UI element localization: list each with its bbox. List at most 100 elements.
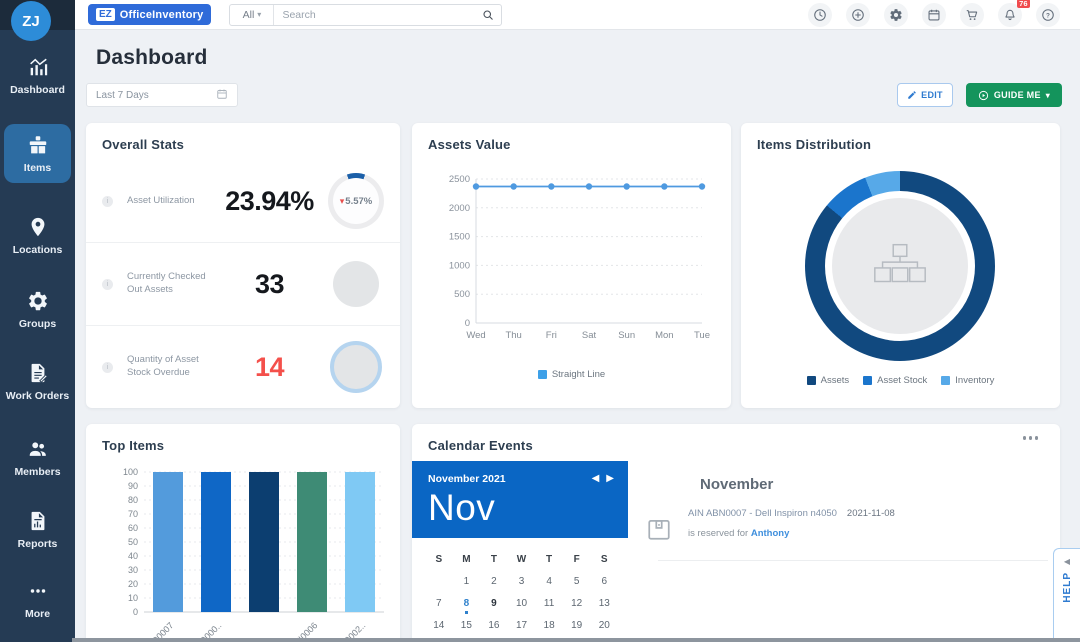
sidebar-item-locations[interactable]: Locations bbox=[4, 206, 71, 265]
sidebar-item-label: Locations bbox=[13, 244, 63, 256]
svg-text:1000: 1000 bbox=[449, 260, 470, 271]
info-icon[interactable]: i bbox=[102, 362, 113, 373]
guide-me-button[interactable]: GUIDE ME ▾ bbox=[966, 83, 1062, 107]
calendar-day[interactable]: 8 bbox=[453, 592, 481, 614]
calendar-day-header: M bbox=[453, 548, 481, 570]
utilization-gauge: ▾ 5.57% bbox=[328, 173, 384, 229]
delta-down-icon: ▾ bbox=[340, 196, 345, 207]
topbar: EZ OfficeInventory All ▾ 76? bbox=[75, 0, 1080, 30]
page-title: Dashboard bbox=[96, 46, 208, 70]
sidebar-item-reports[interactable]: Reports bbox=[4, 500, 71, 559]
stat-label: Asset Utilization bbox=[127, 195, 211, 208]
app-window: Dashboard Items Locations Groups Work Orders… bbox=[0, 0, 1080, 642]
sidebar-item-members[interactable]: Members bbox=[4, 428, 71, 487]
search-icon[interactable] bbox=[475, 9, 501, 21]
calendar-day[interactable]: 12 bbox=[563, 592, 591, 614]
assets-value-title: Assets Value bbox=[412, 123, 731, 160]
groups-icon bbox=[26, 289, 50, 313]
search-filter-dropdown[interactable]: All ▾ bbox=[230, 5, 274, 25]
package-box-icon bbox=[646, 516, 672, 542]
search-input[interactable] bbox=[274, 9, 475, 21]
calendar-day[interactable]: 3 bbox=[508, 570, 536, 592]
svg-text:10: 10 bbox=[128, 593, 138, 603]
assets-value-card: Assets Value 05001000150020002500WedThuF… bbox=[412, 123, 731, 408]
help-icon[interactable]: ? bbox=[1036, 3, 1060, 27]
svg-text:Fri: Fri bbox=[546, 330, 557, 341]
cart-icon[interactable] bbox=[960, 3, 984, 27]
svg-text:60: 60 bbox=[128, 523, 138, 533]
edit-button[interactable]: EDIT bbox=[897, 83, 953, 107]
window-bottom-edge bbox=[72, 638, 1080, 642]
calendar-next-icon[interactable]: ▶ bbox=[606, 473, 614, 484]
info-icon[interactable]: i bbox=[102, 279, 113, 290]
items-icon bbox=[26, 133, 50, 157]
calendar-day[interactable]: 15 bbox=[453, 614, 481, 636]
calendar-day[interactable]: 6 bbox=[590, 570, 618, 592]
calendar-day-header: F bbox=[563, 548, 591, 570]
legend-item: Inventory bbox=[941, 375, 994, 386]
bell-icon[interactable]: 76 bbox=[998, 3, 1022, 27]
notification-badge: 76 bbox=[1017, 0, 1030, 8]
sidebar-item-label: Work Orders bbox=[6, 390, 69, 402]
logo-ez-badge: EZ bbox=[96, 8, 115, 21]
sidebar-item-label: Reports bbox=[18, 538, 58, 550]
help-tab[interactable]: ◀ HELP bbox=[1053, 548, 1080, 642]
stat-row-asset-utilization: i Asset Utilization 23.94% ▾ 5.57% bbox=[86, 160, 400, 242]
events-month-heading: November bbox=[700, 476, 773, 493]
calendar-icon[interactable] bbox=[922, 3, 946, 27]
members-icon bbox=[26, 437, 50, 461]
sidebar: Dashboard Items Locations Groups Work Orders… bbox=[0, 0, 75, 642]
sidebar-item-groups[interactable]: Groups bbox=[4, 280, 71, 339]
calendar-prev-icon[interactable]: ◀ bbox=[592, 473, 600, 484]
divider bbox=[658, 560, 1048, 561]
calendar-day[interactable]: 18 bbox=[535, 614, 563, 636]
avatar[interactable]: ZJ bbox=[11, 1, 51, 41]
calendar-icon bbox=[216, 88, 228, 103]
event-person-link[interactable]: Anthony bbox=[751, 528, 790, 539]
calendar-day[interactable]: 7 bbox=[425, 592, 453, 614]
svg-text:70: 70 bbox=[128, 509, 138, 519]
locations-icon bbox=[26, 215, 50, 239]
mini-calendar-header: November 2021 ◀ ▶ Nov bbox=[412, 461, 628, 538]
svg-text:Wed: Wed bbox=[466, 330, 485, 341]
collapse-arrow-icon: ◀ bbox=[1064, 557, 1070, 566]
date-range-filter[interactable]: Last 7 Days bbox=[86, 83, 238, 107]
calendar-day[interactable]: 2 bbox=[480, 570, 508, 592]
sidebar-item-dashboard[interactable]: Dashboard bbox=[4, 46, 71, 105]
sidebar-item-items[interactable]: Items bbox=[4, 124, 71, 183]
calendar-day[interactable]: 16 bbox=[480, 614, 508, 636]
delta-value: 5.57% bbox=[345, 196, 372, 207]
event-title: AIN ABN0007 - Dell Inspiron n40502021-11… bbox=[688, 508, 895, 519]
calendar-day[interactable]: 10 bbox=[508, 592, 536, 614]
calendar-day[interactable]: 19 bbox=[563, 614, 591, 636]
svg-text:50: 50 bbox=[128, 537, 138, 547]
more-icon bbox=[26, 579, 50, 603]
calendar-day[interactable]: 14 bbox=[425, 614, 453, 636]
clock-icon[interactable] bbox=[808, 3, 832, 27]
card-menu-ellipsis-icon[interactable] bbox=[1023, 436, 1039, 440]
calendar-day[interactable]: 13 bbox=[590, 592, 618, 614]
info-icon[interactable]: i bbox=[102, 196, 113, 207]
calendar-day[interactable]: 9 bbox=[480, 592, 508, 614]
top-items-chart: 0102030405060708090100iP0007TIG0000..TI0… bbox=[96, 460, 396, 642]
calendar-day[interactable]: 4 bbox=[535, 570, 563, 592]
calendar-day[interactable]: 5 bbox=[563, 570, 591, 592]
plus-circle-icon[interactable] bbox=[846, 3, 870, 27]
calendar-day[interactable]: 17 bbox=[508, 614, 536, 636]
calendar-day[interactable]: 20 bbox=[590, 614, 618, 636]
stat-value: 14 bbox=[219, 352, 320, 383]
event-description: is reserved for Anthony bbox=[688, 528, 789, 539]
mini-calendar-grid: SMTWTFS1234567891011121314151617181920 bbox=[412, 538, 628, 636]
sidebar-item-label: Items bbox=[24, 162, 51, 174]
search-box: All ▾ bbox=[229, 4, 502, 26]
calendar-day[interactable]: 1 bbox=[453, 570, 481, 592]
svg-text:2000: 2000 bbox=[449, 203, 470, 214]
sidebar-item-more[interactable]: More bbox=[4, 570, 71, 629]
event-asset-text: AIN ABN0007 - Dell Inspiron n4050 bbox=[688, 508, 837, 519]
app-logo[interactable]: EZ OfficeInventory bbox=[88, 4, 211, 25]
search-filter-value: All bbox=[243, 9, 255, 21]
calendar-day[interactable]: 11 bbox=[535, 592, 563, 614]
calendar-day[interactable] bbox=[425, 570, 453, 592]
settings-icon[interactable] bbox=[884, 3, 908, 27]
sidebar-item-work-orders[interactable]: Work Orders bbox=[4, 352, 71, 411]
